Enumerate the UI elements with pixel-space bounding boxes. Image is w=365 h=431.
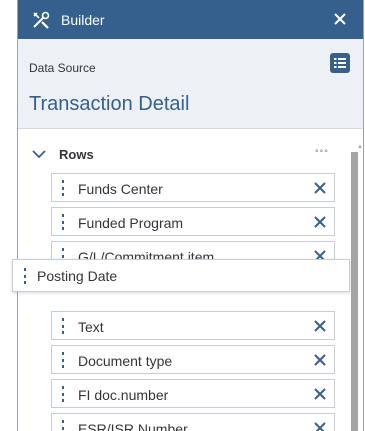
scrollbar-thumb[interactable] xyxy=(351,152,358,431)
row-item-label: Text xyxy=(78,319,104,335)
drag-handle-icon[interactable] xyxy=(61,318,65,334)
data-source-list-icon[interactable] xyxy=(330,53,350,73)
close-icon[interactable] xyxy=(330,9,350,29)
row-item-label: Funded Program xyxy=(78,215,184,231)
dragging-item-label: Posting Date xyxy=(37,268,118,284)
row-item-fi-doc-number[interactable]: FI doc.number xyxy=(51,379,335,408)
remove-icon[interactable] xyxy=(313,387,327,401)
rows-section-header: Rows °°° xyxy=(18,143,363,167)
row-item-label: FI doc.number xyxy=(78,387,169,403)
remove-icon[interactable] xyxy=(313,319,327,333)
title-bar: Builder xyxy=(18,0,363,39)
data-source-header: Data Source Transaction Detail xyxy=(18,39,363,129)
row-item-text[interactable]: Text xyxy=(51,311,335,340)
builder-panel: Builder Data Source Transaction Detail R… xyxy=(17,0,364,431)
remove-icon[interactable] xyxy=(313,181,327,195)
data-source-name: Transaction Detail xyxy=(29,93,190,115)
row-item-label: Document type xyxy=(78,353,173,369)
chevron-down-icon[interactable] xyxy=(32,147,46,161)
row-item-funds-center[interactable]: Funds Center xyxy=(51,173,335,202)
rows-label: Rows xyxy=(59,147,94,162)
scroll-up-arrow-icon[interactable]: ▲ xyxy=(357,144,363,150)
row-item-label: ESR/ISR Number xyxy=(78,421,188,431)
remove-icon[interactable] xyxy=(313,215,327,229)
remove-icon[interactable] xyxy=(313,353,327,367)
drag-handle-icon[interactable] xyxy=(61,386,65,402)
drag-handle-icon[interactable] xyxy=(61,352,65,368)
dragging-row-item-posting-date[interactable]: Posting Date xyxy=(12,259,350,292)
drag-handle-icon[interactable] xyxy=(61,214,65,230)
more-options-icon[interactable]: °°° xyxy=(315,148,329,158)
drag-handle-icon[interactable] xyxy=(61,180,65,196)
row-item-funded-program[interactable]: Funded Program xyxy=(51,207,335,236)
window-title: Builder xyxy=(61,11,105,28)
row-item-label: Funds Center xyxy=(78,181,163,197)
remove-icon[interactable] xyxy=(313,421,327,431)
data-source-label: Data Source xyxy=(29,61,96,75)
tools-icon xyxy=(29,8,53,32)
row-item-esr-isr-number[interactable]: ESR/ISR Number xyxy=(51,413,335,431)
drag-handle-icon[interactable] xyxy=(23,268,27,284)
drag-handle-icon[interactable] xyxy=(61,420,65,431)
row-item-document-type[interactable]: Document type xyxy=(51,345,335,374)
